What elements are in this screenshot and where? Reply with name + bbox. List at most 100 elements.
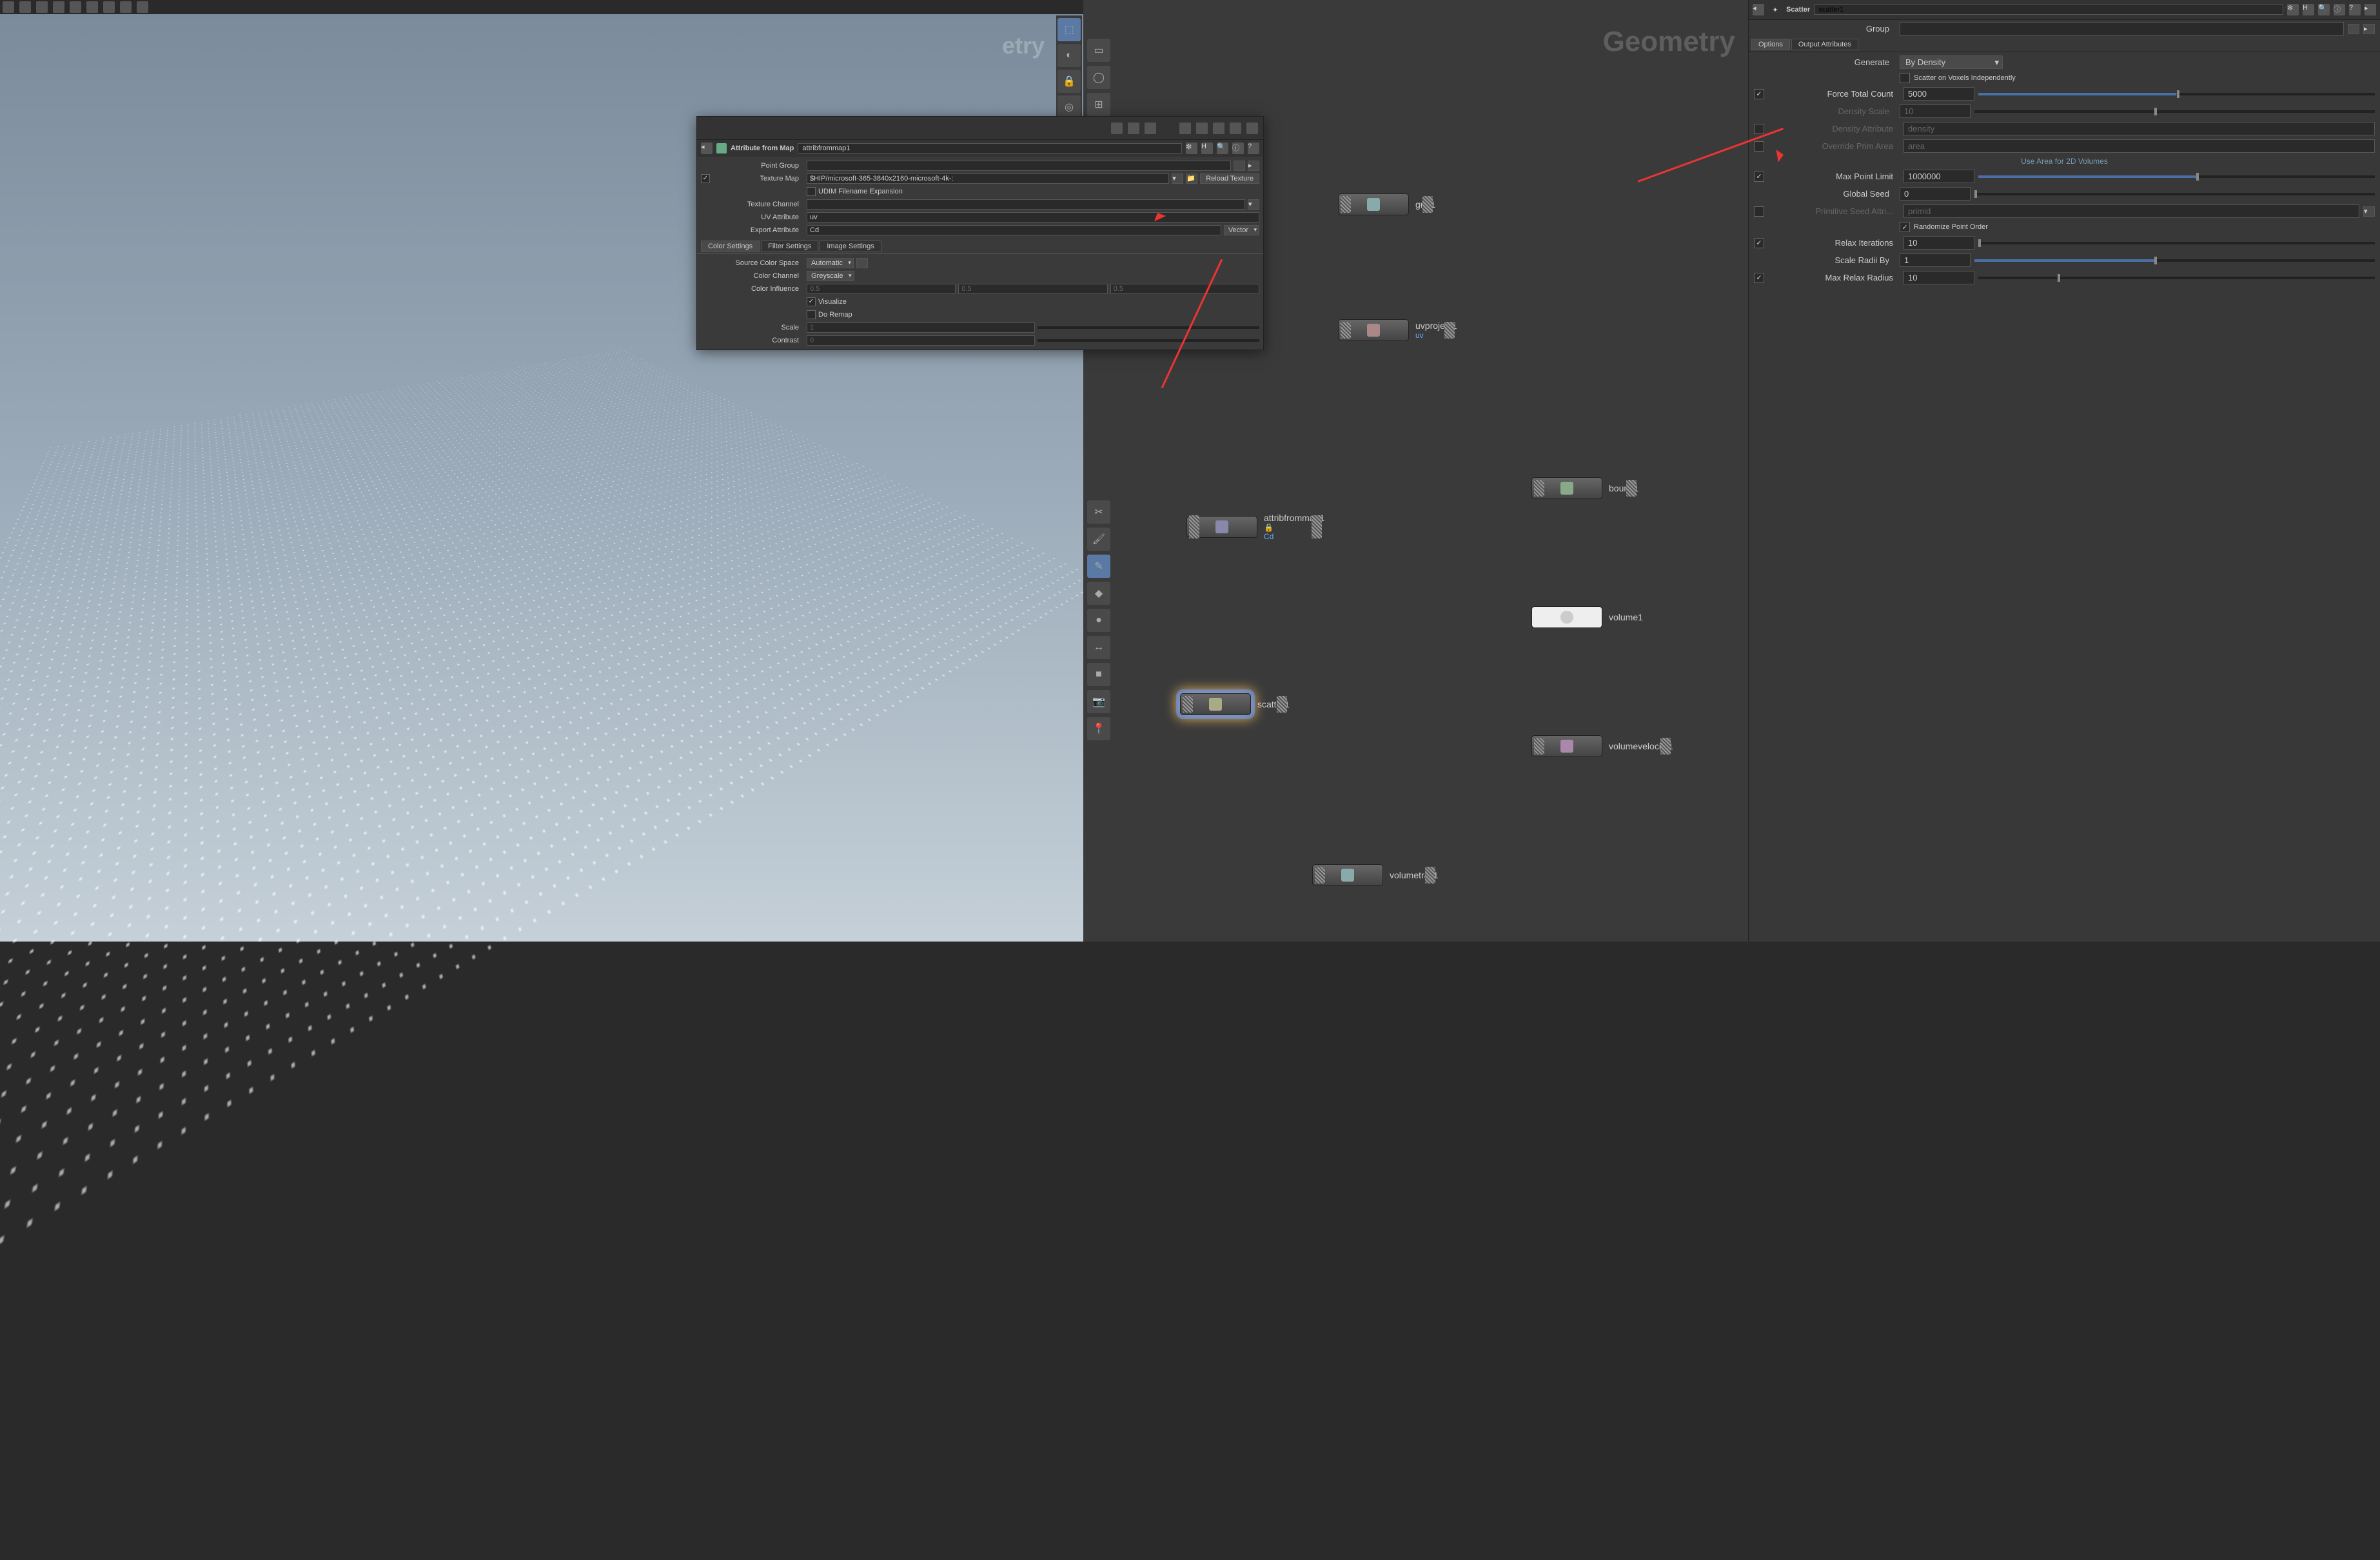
group-field[interactable] bbox=[1900, 22, 2344, 35]
scale-field[interactable] bbox=[807, 322, 1035, 333]
global-seed-field[interactable] bbox=[1900, 187, 1971, 201]
paint-icon[interactable]: 🖌 bbox=[1087, 528, 1110, 551]
relax-iterations-slider[interactable] bbox=[1978, 242, 2375, 244]
shelf-icon[interactable] bbox=[70, 1, 81, 13]
randomize-order-checkbox[interactable] bbox=[1900, 222, 1910, 232]
options-tab[interactable]: Options bbox=[1751, 39, 1790, 50]
density-attr-toggle[interactable] bbox=[1754, 124, 1764, 134]
dropdown-icon[interactable]: ▾ bbox=[1248, 199, 1259, 210]
scale-radii-field[interactable] bbox=[1900, 253, 1971, 267]
max-point-limit-slider[interactable] bbox=[1978, 175, 2375, 178]
help-icon[interactable]: ? bbox=[2349, 4, 2361, 15]
prim-seed-toggle[interactable] bbox=[1754, 206, 1764, 217]
group-arrow-icon[interactable]: ▸ bbox=[1248, 161, 1259, 171]
relax-iterations-field[interactable] bbox=[1903, 236, 1974, 250]
info-icon[interactable]: ⓘ bbox=[1232, 143, 1244, 154]
node-bound[interactable]: bound1 bbox=[1531, 477, 1639, 499]
shading-icon[interactable]: ◐ bbox=[1057, 44, 1081, 67]
scale-slider[interactable] bbox=[1038, 326, 1259, 329]
node-volume[interactable]: volume1 bbox=[1531, 606, 1643, 628]
pin-icon[interactable] bbox=[1111, 123, 1123, 134]
group-arrow-icon[interactable]: ▸ bbox=[2363, 24, 2375, 34]
scale-radii-slider[interactable] bbox=[1974, 259, 2375, 262]
shelf-icon[interactable] bbox=[137, 1, 148, 13]
help-icon[interactable]: ? bbox=[1248, 143, 1259, 154]
source-color-space-select[interactable]: Automatic bbox=[807, 258, 854, 268]
lock-icon[interactable]: 🔒 bbox=[1057, 70, 1081, 93]
contrast-field[interactable] bbox=[807, 335, 1035, 346]
camera-icon[interactable]: 📷 bbox=[1087, 690, 1110, 713]
generate-select[interactable]: By Density bbox=[1900, 55, 2003, 69]
udim-checkbox[interactable] bbox=[807, 187, 816, 196]
search-icon[interactable] bbox=[1246, 123, 1258, 134]
diamond-icon[interactable]: ◆ bbox=[1087, 582, 1110, 605]
target-icon[interactable]: ◎ bbox=[1057, 95, 1081, 119]
visualize-checkbox[interactable] bbox=[807, 297, 816, 306]
display-options-icon[interactable]: ⬚ bbox=[1057, 18, 1081, 41]
image-settings-tab[interactable]: Image Settings bbox=[820, 241, 881, 252]
move-icon[interactable]: ↔ bbox=[1087, 636, 1110, 659]
lasso-icon[interactable]: ◯ bbox=[1087, 66, 1110, 89]
max-point-limit-field[interactable] bbox=[1903, 170, 1974, 183]
point-group-field[interactable] bbox=[807, 161, 1231, 171]
force-total-field[interactable] bbox=[1903, 87, 1974, 101]
ci-g-field[interactable] bbox=[958, 284, 1107, 294]
voxels-checkbox[interactable] bbox=[1900, 73, 1910, 83]
node-attribfrommap[interactable]: attribfrommap1🔒Cd bbox=[1186, 513, 1324, 541]
max-point-limit-toggle[interactable] bbox=[1754, 172, 1764, 182]
shelf-icon[interactable] bbox=[36, 1, 48, 13]
max-relax-toggle[interactable] bbox=[1754, 273, 1764, 283]
cut-icon[interactable]: ✂ bbox=[1087, 500, 1110, 524]
grid-icon[interactable]: ⊞ bbox=[1087, 93, 1110, 116]
force-total-toggle[interactable] bbox=[1754, 89, 1764, 99]
forward-icon[interactable]: ▸ bbox=[2365, 4, 2376, 15]
grid-icon[interactable] bbox=[1196, 123, 1208, 134]
texture-map-toggle[interactable] bbox=[701, 174, 710, 183]
group-select-icon[interactable] bbox=[1234, 161, 1245, 171]
back-icon[interactable]: ◂ bbox=[1753, 4, 1764, 15]
node-uvproject[interactable]: uvproject1uv bbox=[1338, 319, 1457, 341]
dropdown-icon[interactable]: ▾ bbox=[1172, 173, 1183, 184]
zoom-icon[interactable]: 🔍 bbox=[1217, 143, 1228, 154]
force-total-slider[interactable] bbox=[1978, 93, 2375, 95]
circle-icon[interactable]: ● bbox=[1087, 609, 1110, 632]
shelf-icon[interactable] bbox=[86, 1, 98, 13]
list-icon[interactable] bbox=[1128, 123, 1139, 134]
pin-icon[interactable]: 📍 bbox=[1087, 717, 1110, 740]
scatter-op-name-field[interactable] bbox=[1814, 5, 2283, 15]
export-attribute-field[interactable] bbox=[807, 225, 1221, 235]
node-volumetrail[interactable]: volumetrail1 bbox=[1312, 864, 1438, 886]
help-icon[interactable] bbox=[1230, 123, 1241, 134]
max-relax-slider[interactable] bbox=[1978, 277, 2375, 279]
color-swatch-icon[interactable] bbox=[856, 258, 868, 268]
op-name-field[interactable]: attribfrommap1 bbox=[798, 143, 1182, 153]
copy-icon[interactable] bbox=[1145, 123, 1156, 134]
edit-icon[interactable]: ✎ bbox=[1087, 555, 1110, 578]
node-volumevelocity[interactable]: volumevelocity1 bbox=[1531, 735, 1673, 757]
shelf-icon[interactable] bbox=[3, 1, 14, 13]
filter-settings-tab[interactable]: Filter Settings bbox=[761, 241, 818, 252]
uv-attribute-field[interactable] bbox=[807, 212, 1259, 222]
file-browser-icon[interactable]: 📁 bbox=[1186, 173, 1197, 184]
group-select-icon[interactable] bbox=[2348, 24, 2359, 34]
ci-r-field[interactable] bbox=[807, 284, 956, 294]
back-icon[interactable]: ◂ bbox=[701, 143, 713, 154]
ci-b-field[interactable] bbox=[1110, 284, 1259, 294]
export-type-select[interactable]: Vector bbox=[1224, 225, 1259, 235]
node-grid[interactable]: grid1 bbox=[1338, 193, 1435, 215]
info-icon[interactable]: ⓘ bbox=[2334, 4, 2345, 15]
shelf-icon[interactable] bbox=[120, 1, 132, 13]
texture-map-field[interactable] bbox=[807, 173, 1169, 184]
code-icon[interactable]: H bbox=[1201, 143, 1213, 154]
node-scatter[interactable]: scatter1 bbox=[1180, 693, 1290, 715]
code-icon[interactable]: H bbox=[2303, 4, 2314, 15]
global-seed-slider[interactable] bbox=[1974, 193, 2375, 195]
color-settings-tab[interactable]: Color Settings bbox=[701, 241, 760, 252]
color-channel-select[interactable]: Greyscale bbox=[807, 271, 854, 281]
contrast-slider[interactable] bbox=[1038, 339, 1259, 342]
reload-texture-button[interactable]: Reload Texture bbox=[1200, 173, 1259, 184]
max-relax-field[interactable] bbox=[1903, 271, 1974, 284]
search-icon[interactable]: 🔍 bbox=[2318, 4, 2330, 15]
relax-iterations-toggle[interactable] bbox=[1754, 238, 1764, 248]
view-icon[interactable] bbox=[1179, 123, 1191, 134]
